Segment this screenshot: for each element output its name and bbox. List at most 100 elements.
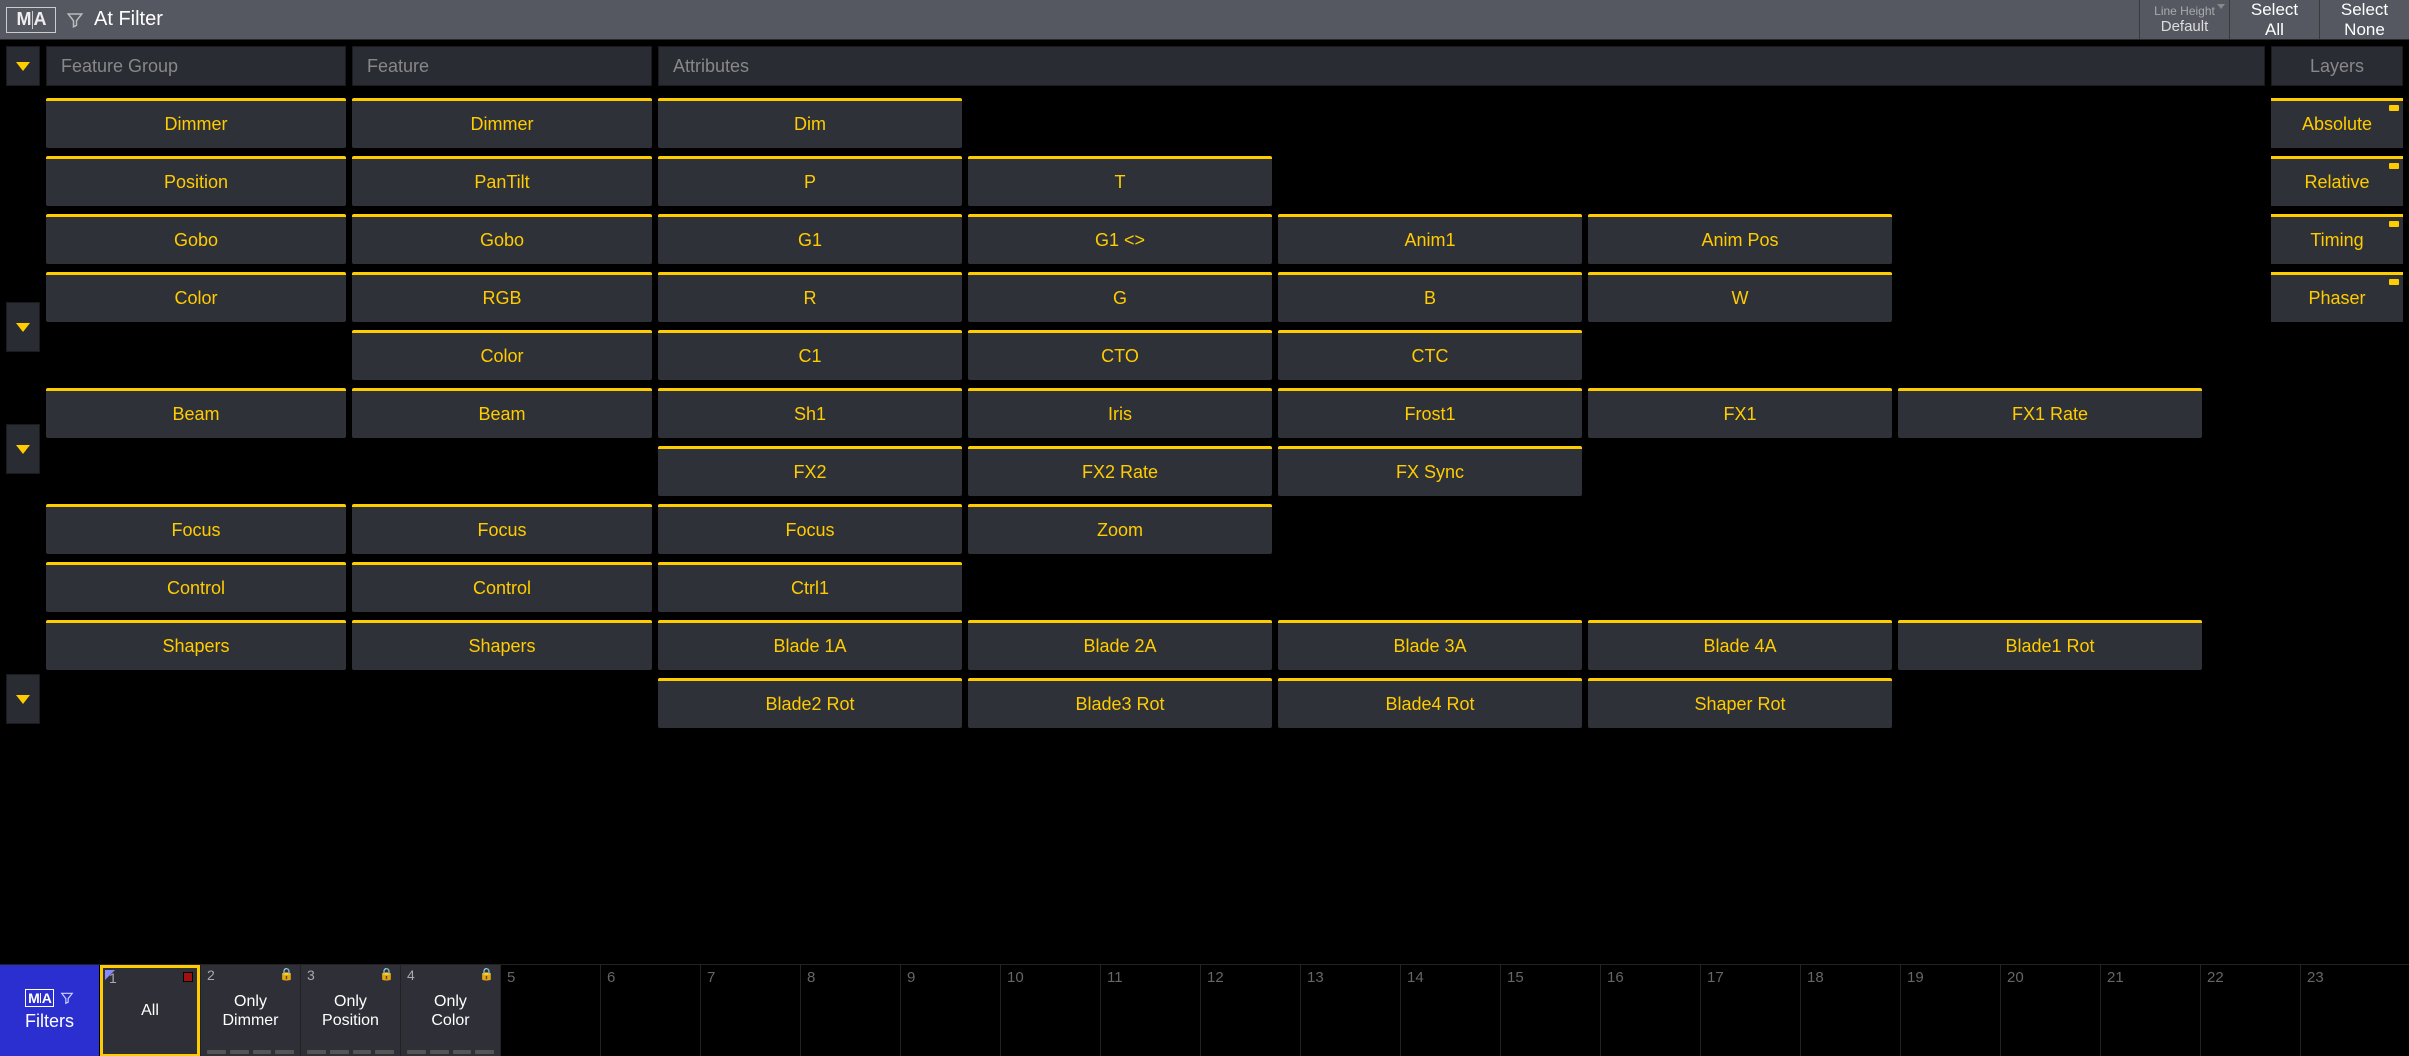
row-toggle[interactable]: [6, 302, 40, 352]
feature-item[interactable]: Beam: [352, 388, 652, 438]
attribute-item[interactable]: Anim Pos: [1588, 214, 1892, 264]
attribute-item[interactable]: FX1 Rate: [1898, 388, 2202, 438]
filter-pool-empty[interactable]: 6: [600, 965, 700, 1056]
feature-item[interactable]: Color: [352, 330, 652, 380]
filter-pool-empty[interactable]: 14: [1400, 965, 1500, 1056]
attribute-item[interactable]: Focus: [658, 504, 962, 554]
attribute-item[interactable]: G: [968, 272, 1272, 322]
feature-group-item[interactable]: Beam: [46, 388, 346, 438]
feature-group-item[interactable]: Dimmer: [46, 98, 346, 148]
line-height-button[interactable]: Line Height Default: [2139, 0, 2229, 39]
main-area: Feature Group DimmerPositionGoboColorBea…: [0, 40, 2409, 964]
filter-pool-item[interactable]: 2🔒OnlyDimmer: [200, 965, 300, 1056]
feature-item[interactable]: RGB: [352, 272, 652, 322]
attribute-item[interactable]: W: [1588, 272, 1892, 322]
feature-item[interactable]: Focus: [352, 504, 652, 554]
select-none-line2: None: [2344, 20, 2385, 40]
select-all-button[interactable]: Select All: [2229, 0, 2319, 39]
layer-item[interactable]: Absolute: [2271, 98, 2403, 148]
filter-pool-empty[interactable]: 15: [1500, 965, 1600, 1056]
feature-group-item[interactable]: Shapers: [46, 620, 346, 670]
attribute-item[interactable]: P: [658, 156, 962, 206]
attribute-item[interactable]: Sh1: [658, 388, 962, 438]
feature-group-item[interactable]: Focus: [46, 504, 346, 554]
attribute-item[interactable]: Anim1: [1278, 214, 1582, 264]
attribute-item[interactable]: Blade3 Rot: [968, 678, 1272, 728]
filter-pool-empty[interactable]: 12: [1200, 965, 1300, 1056]
chevron-down-icon: [2217, 4, 2225, 9]
layer-item[interactable]: Timing: [2271, 214, 2403, 264]
attribute-item[interactable]: Zoom: [968, 504, 1272, 554]
row-toggle[interactable]: [6, 674, 40, 724]
filter-pool-empty[interactable]: 22: [2200, 965, 2300, 1056]
feature-item[interactable]: Dimmer: [352, 98, 652, 148]
row-toggle[interactable]: [6, 424, 40, 474]
attribute-item[interactable]: Blade1 Rot: [1898, 620, 2202, 670]
feature-group-item[interactable]: Control: [46, 562, 346, 612]
attribute-item[interactable]: G1 <>: [968, 214, 1272, 264]
feature-item[interactable]: Control: [352, 562, 652, 612]
pool-item-label: All: [137, 1001, 163, 1020]
collapse-all-toggle[interactable]: [6, 46, 40, 86]
ma-logo[interactable]: MA: [6, 7, 56, 33]
filter-pool-empty[interactable]: 20: [2000, 965, 2100, 1056]
feature-item[interactable]: PanTilt: [352, 156, 652, 206]
pool-segments: [307, 1050, 394, 1054]
filter-pool-empty[interactable]: 8: [800, 965, 900, 1056]
filter-pool-empty[interactable]: 21: [2100, 965, 2200, 1056]
filter-pool-empty[interactable]: 11: [1100, 965, 1200, 1056]
pool-item-label: OnlyColor: [427, 992, 473, 1030]
filter-pool-empty[interactable]: 19: [1900, 965, 2000, 1056]
pool-item-index: 3: [307, 967, 315, 983]
triangle-down-icon: [16, 695, 30, 704]
attribute-item[interactable]: FX1: [1588, 388, 1892, 438]
filter-pool-empty[interactable]: 17: [1700, 965, 1800, 1056]
attribute-item[interactable]: B: [1278, 272, 1582, 322]
layer-item[interactable]: Phaser: [2271, 272, 2403, 322]
select-none-button[interactable]: Select None: [2319, 0, 2409, 39]
attribute-item[interactable]: FX2: [658, 446, 962, 496]
feature-item[interactable]: Shapers: [352, 620, 652, 670]
feature-group-item[interactable]: Position: [46, 156, 346, 206]
attribute-item[interactable]: Shaper Rot: [1588, 678, 1892, 728]
filter-pool-empty[interactable]: 18: [1800, 965, 1900, 1056]
layer-item[interactable]: Relative: [2271, 156, 2403, 206]
feature-item[interactable]: Gobo: [352, 214, 652, 264]
pool-item-label: OnlyPosition: [318, 992, 383, 1030]
feature-header: Feature: [352, 46, 652, 86]
filter-pool-empty[interactable]: 5: [500, 965, 600, 1056]
attribute-item[interactable]: R: [658, 272, 962, 322]
attribute-item[interactable]: FX Sync: [1278, 446, 1582, 496]
filter-pool-item[interactable]: 3🔒OnlyPosition: [300, 965, 400, 1056]
filter-pool-title-button[interactable]: MA Filters: [0, 965, 100, 1056]
attribute-item[interactable]: Dim: [658, 98, 962, 148]
attribute-item[interactable]: Blade2 Rot: [658, 678, 962, 728]
attribute-item[interactable]: Blade 3A: [1278, 620, 1582, 670]
attribute-item[interactable]: G1: [658, 214, 962, 264]
selected-indicator: [105, 970, 115, 980]
attribute-item[interactable]: Ctrl1: [658, 562, 962, 612]
attribute-item[interactable]: CTC: [1278, 330, 1582, 380]
attribute-item[interactable]: Blade 2A: [968, 620, 1272, 670]
filter-pool-empty[interactable]: 10: [1000, 965, 1100, 1056]
attribute-item[interactable]: FX2 Rate: [968, 446, 1272, 496]
attribute-item[interactable]: Blade 1A: [658, 620, 962, 670]
attribute-item[interactable]: Iris: [968, 388, 1272, 438]
attribute-item[interactable]: C1: [658, 330, 962, 380]
attribute-item[interactable]: CTO: [968, 330, 1272, 380]
attribute-item[interactable]: Blade 4A: [1588, 620, 1892, 670]
feature-group-item[interactable]: Color: [46, 272, 346, 322]
filter-pool-empty[interactable]: 13: [1300, 965, 1400, 1056]
filter-pool-empty[interactable]: 16: [1600, 965, 1700, 1056]
filter-pool-empty[interactable]: 23: [2300, 965, 2400, 1056]
filter-pool-item[interactable]: 1All: [100, 965, 200, 1056]
attribute-item[interactable]: T: [968, 156, 1272, 206]
center-cols: Feature Group DimmerPositionGoboColorBea…: [46, 46, 2265, 958]
triangle-down-icon: [16, 445, 30, 454]
feature-group-item[interactable]: Gobo: [46, 214, 346, 264]
filter-pool-item[interactable]: 4🔒OnlyColor: [400, 965, 500, 1056]
attribute-item[interactable]: Frost1: [1278, 388, 1582, 438]
attribute-item[interactable]: Blade4 Rot: [1278, 678, 1582, 728]
filter-pool-empty[interactable]: 9: [900, 965, 1000, 1056]
filter-pool-empty[interactable]: 7: [700, 965, 800, 1056]
